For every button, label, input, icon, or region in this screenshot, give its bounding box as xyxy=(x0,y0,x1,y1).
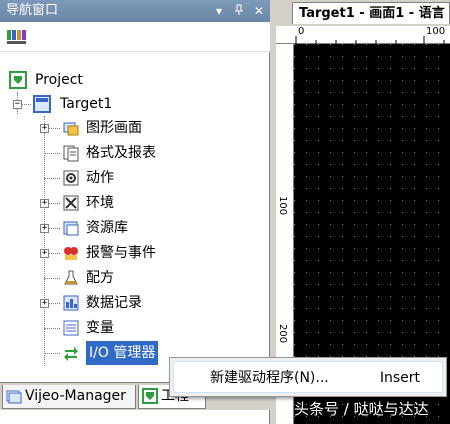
tree-item[interactable]: + 资源库 xyxy=(0,216,270,240)
collapse-toggle[interactable]: − xyxy=(13,100,22,109)
tree-item[interactable]: + 数据记录 xyxy=(0,291,270,315)
ruler-label: 200 xyxy=(277,324,288,344)
expand-toggle[interactable]: + xyxy=(40,199,49,208)
project-icon xyxy=(9,71,27,89)
tree-item[interactable]: 变量 xyxy=(0,316,270,340)
structure-view-icon[interactable] xyxy=(6,28,28,46)
expand-toggle[interactable]: + xyxy=(40,249,49,258)
expand-toggle[interactable]: + xyxy=(40,299,49,308)
ruler-label: 100 xyxy=(426,26,446,37)
close-icon[interactable]: ✕ xyxy=(252,4,266,18)
tree-item-target1[interactable]: − Target1 xyxy=(0,92,270,116)
tab-vijeo-manager[interactable]: Vijeo-Manager xyxy=(2,385,136,409)
tree-item[interactable]: 格式及报表 xyxy=(0,141,270,165)
tree-item[interactable]: 配方 xyxy=(0,266,270,290)
editor-tab[interactable]: Target1 - 画面1 - 语言 xyxy=(292,2,450,24)
tree-item[interactable]: 动作 xyxy=(0,166,270,190)
target-icon xyxy=(33,95,51,113)
project-icon xyxy=(142,388,158,404)
report-icon xyxy=(63,145,79,162)
context-menu: 新建驱动程序(N)... Insert xyxy=(169,357,447,397)
dropdown-arrow-icon[interactable]: ▾ xyxy=(212,4,226,18)
tree-item-label: 图形画面 xyxy=(86,120,142,136)
navigation-panel-title: 导航窗口 xyxy=(6,3,59,18)
watermark: 头条号 / 哒哒与达达 xyxy=(294,400,429,418)
resource-library-icon xyxy=(63,221,79,236)
project-tree: Project − Target1 + 图形画面格式及报表动作 + 环境 + 资源库 + 报警… xyxy=(0,60,270,380)
menu-item-shortcut: Insert xyxy=(379,370,420,386)
tree-item-project[interactable]: Project xyxy=(0,68,270,92)
menu-item-label: 新建驱动程序(N)... xyxy=(210,370,329,386)
action-icon xyxy=(63,170,79,186)
tree-item-label: 报警与事件 xyxy=(86,245,156,261)
environment-icon xyxy=(63,195,79,211)
expand-toggle[interactable]: + xyxy=(40,224,49,233)
pin-icon[interactable] xyxy=(232,4,246,19)
tree-item-label: 环境 xyxy=(86,195,114,211)
tree-item-label: 变量 xyxy=(86,320,114,336)
tree-item-label: Project xyxy=(35,72,83,88)
expand-toggle[interactable]: + xyxy=(40,124,49,133)
tree-item-label: 资源库 xyxy=(86,220,128,236)
tree-item[interactable]: + 环境 xyxy=(0,191,270,215)
io-manager-icon xyxy=(64,347,78,361)
tree-item-label: 动作 xyxy=(86,170,114,186)
tab-label: Vijeo-Manager xyxy=(25,388,126,404)
recipe-flask-icon xyxy=(64,270,78,285)
ruler-label: 100 xyxy=(277,196,288,216)
data-log-icon xyxy=(63,295,79,311)
tree-item[interactable]: + 报警与事件 xyxy=(0,241,270,265)
alarm-icon xyxy=(64,247,78,260)
tree-item-label: Target1 xyxy=(60,96,113,112)
graphics-screen-icon xyxy=(63,122,79,136)
new-driver-menu-item[interactable]: 新建驱动程序(N)... Insert xyxy=(173,361,443,393)
horizontal-ruler: 0 100 xyxy=(276,26,450,44)
navigation-panel-title-bar: 导航窗口 ▾ ✕ xyxy=(0,0,270,22)
tree-item-label: 配方 xyxy=(86,270,114,286)
tree-item[interactable]: + 图形画面 xyxy=(0,116,270,140)
tree-item-label: I/O 管理器 xyxy=(86,341,159,365)
variable-icon xyxy=(63,320,79,336)
vijeo-manager-icon xyxy=(6,390,22,404)
tree-item-label: 数据记录 xyxy=(86,295,142,311)
navigation-toolbar xyxy=(0,22,270,52)
tree-item-label: 格式及报表 xyxy=(86,145,156,161)
ruler-label: 0 xyxy=(298,26,305,37)
